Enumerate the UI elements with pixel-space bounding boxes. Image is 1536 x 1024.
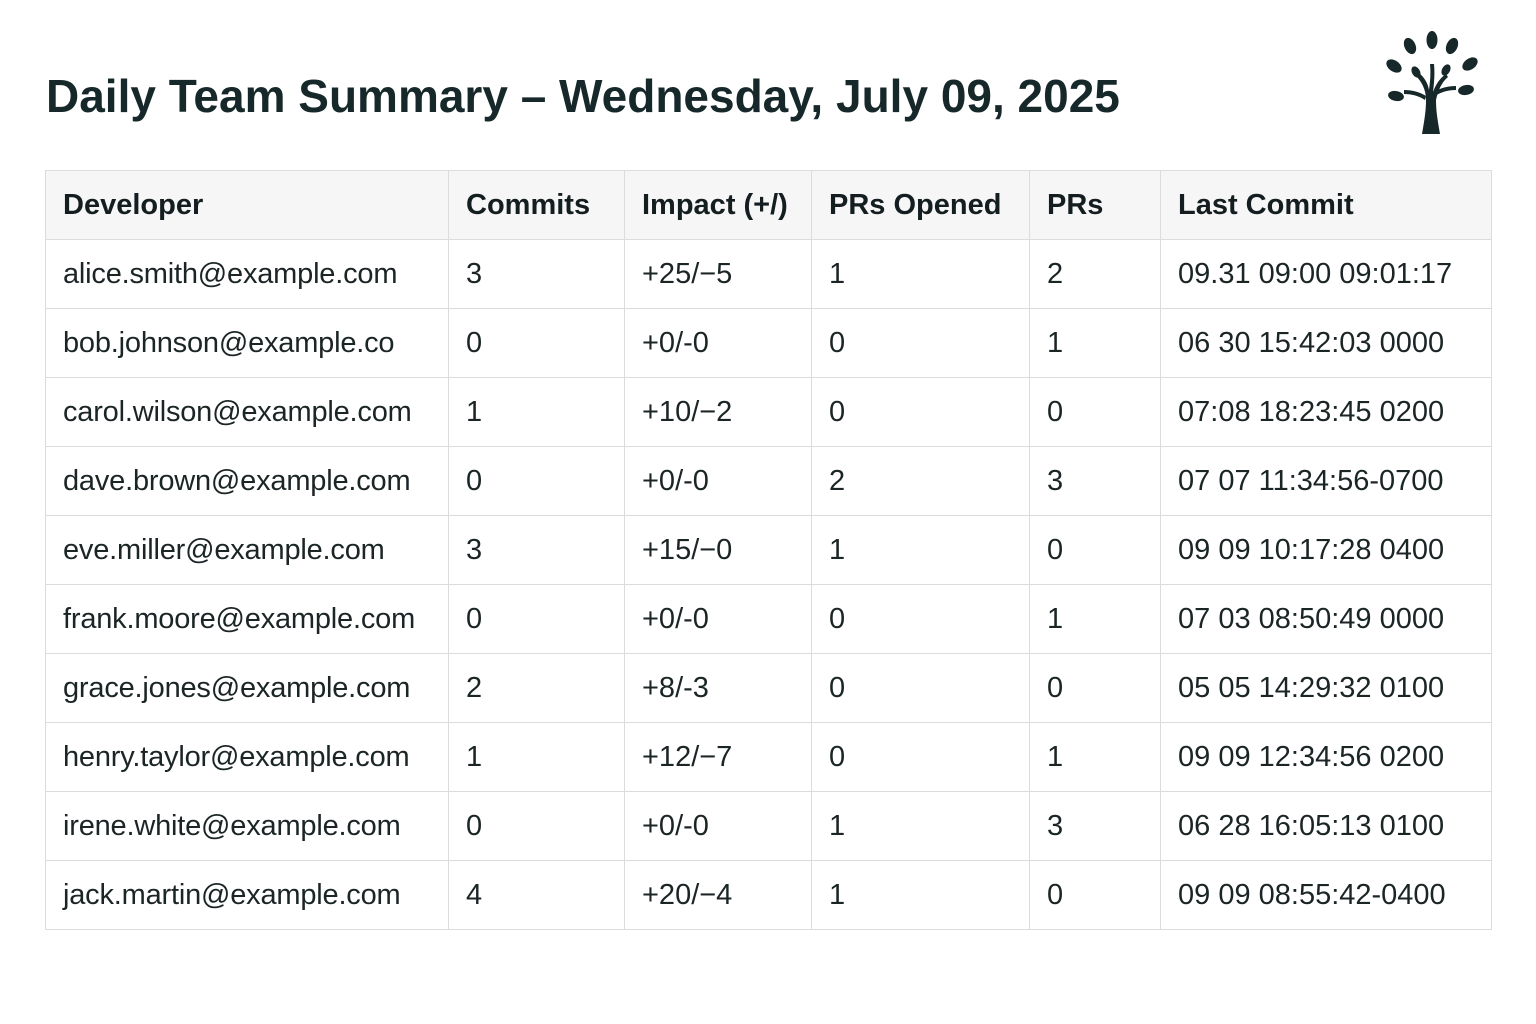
prs-cell: 1 bbox=[1029, 308, 1161, 378]
last-commit-cell: 07:08 18:23:45 0200 bbox=[1160, 377, 1492, 447]
impact-cell: +20/−4 bbox=[624, 860, 812, 930]
prs-opened-cell: 0 bbox=[811, 722, 1030, 792]
last-commit-cell: 09 09 10:17:28 0400 bbox=[1160, 515, 1492, 585]
prs-cell: 1 bbox=[1029, 584, 1161, 654]
prs-opened-cell: 1 bbox=[811, 515, 1030, 585]
commits-cell: 0 bbox=[448, 446, 625, 516]
table-row: bob.johnson@example.co 0 +0/-0 0 1 06 30… bbox=[45, 308, 1492, 378]
last-commit-cell: 06 30 15:42:03 0000 bbox=[1160, 308, 1492, 378]
table-row: carol.wilson@example.com 1 +10/−2 0 0 07… bbox=[45, 377, 1492, 447]
commits-cell: 1 bbox=[448, 722, 625, 792]
prs-opened-cell: 0 bbox=[811, 377, 1030, 447]
prs-opened-cell: 0 bbox=[811, 308, 1030, 378]
commits-cell: 3 bbox=[448, 515, 625, 585]
commits-cell: 4 bbox=[448, 860, 625, 930]
developer-cell: irene.white@example.com bbox=[45, 791, 449, 861]
table-row: henry.taylor@example.com 1 +12/−7 0 1 09… bbox=[45, 722, 1492, 792]
column-header-prs-opened: PRs Opened bbox=[811, 170, 1030, 240]
developer-cell: jack.martin@example.com bbox=[45, 860, 449, 930]
table-body: alice.smith@example.com 3 +25/−5 1 2 09.… bbox=[45, 239, 1492, 930]
table-row: jack.martin@example.com 4 +20/−4 1 0 09 … bbox=[45, 860, 1492, 930]
summary-table: Developer Commits Impact (+/) PRs Opened… bbox=[45, 170, 1492, 930]
prs-opened-cell: 1 bbox=[811, 239, 1030, 309]
impact-cell: +0/-0 bbox=[624, 308, 812, 378]
prs-cell: 0 bbox=[1029, 377, 1161, 447]
table-row: irene.white@example.com 0 +0/-0 1 3 06 2… bbox=[45, 791, 1492, 861]
prs-opened-cell: 0 bbox=[811, 653, 1030, 723]
prs-cell: 0 bbox=[1029, 860, 1161, 930]
impact-cell: +0/-0 bbox=[624, 584, 812, 654]
last-commit-cell: 06 28 16:05:13 0100 bbox=[1160, 791, 1492, 861]
column-header-developer: Developer bbox=[45, 170, 449, 240]
last-commit-cell: 05 05 14:29:32 0100 bbox=[1160, 653, 1492, 723]
prs-opened-cell: 1 bbox=[811, 791, 1030, 861]
prs-opened-cell: 0 bbox=[811, 584, 1030, 654]
commits-cell: 3 bbox=[448, 239, 625, 309]
developer-cell: bob.johnson@example.co bbox=[45, 308, 449, 378]
table-row: grace.jones@example.com 2 +8/-3 0 0 05 0… bbox=[45, 653, 1492, 723]
impact-cell: +25/−5 bbox=[624, 239, 812, 309]
impact-cell: +8/-3 bbox=[624, 653, 812, 723]
last-commit-cell: 07 07 11:34:56-0700 bbox=[1160, 446, 1492, 516]
table-row: alice.smith@example.com 3 +25/−5 1 2 09.… bbox=[45, 239, 1492, 309]
developer-cell: eve.miller@example.com bbox=[45, 515, 449, 585]
last-commit-cell: 09 09 12:34:56 0200 bbox=[1160, 722, 1492, 792]
prs-cell: 0 bbox=[1029, 653, 1161, 723]
developer-cell: alice.smith@example.com bbox=[45, 239, 449, 309]
prs-cell: 0 bbox=[1029, 515, 1161, 585]
tree-icon bbox=[1386, 31, 1478, 134]
developer-cell: henry.taylor@example.com bbox=[45, 722, 449, 792]
column-header-commits: Commits bbox=[448, 170, 625, 240]
last-commit-cell: 09.31 09:00 09:01:17 bbox=[1160, 239, 1492, 309]
impact-cell: +12/−7 bbox=[624, 722, 812, 792]
table-row: eve.miller@example.com 3 +15/−0 1 0 09 0… bbox=[45, 515, 1492, 585]
impact-cell: +10/−2 bbox=[624, 377, 812, 447]
prs-cell: 3 bbox=[1029, 791, 1161, 861]
column-header-prs: PRs bbox=[1029, 170, 1161, 240]
prs-cell: 2 bbox=[1029, 239, 1161, 309]
table-header-row: Developer Commits Impact (+/) PRs Opened… bbox=[45, 170, 1492, 240]
commits-cell: 1 bbox=[448, 377, 625, 447]
column-header-last-commit: Last Commit bbox=[1160, 170, 1492, 240]
commits-cell: 0 bbox=[448, 791, 625, 861]
commits-cell: 0 bbox=[448, 584, 625, 654]
last-commit-cell: 09 09 08:55:42-0400 bbox=[1160, 860, 1492, 930]
column-header-impact: Impact (+/) bbox=[624, 170, 812, 240]
table-row: dave.brown@example.com 0 +0/-0 2 3 07 07… bbox=[45, 446, 1492, 516]
developer-cell: frank.moore@example.com bbox=[45, 584, 449, 654]
last-commit-cell: 07 03 08:50:49 0000 bbox=[1160, 584, 1492, 654]
prs-opened-cell: 2 bbox=[811, 446, 1030, 516]
prs-cell: 3 bbox=[1029, 446, 1161, 516]
commits-cell: 0 bbox=[448, 308, 625, 378]
table-row: frank.moore@example.com 0 +0/-0 0 1 07 0… bbox=[45, 584, 1492, 654]
prs-opened-cell: 1 bbox=[811, 860, 1030, 930]
impact-cell: +15/−0 bbox=[624, 515, 812, 585]
developer-cell: carol.wilson@example.com bbox=[45, 377, 449, 447]
commits-cell: 2 bbox=[448, 653, 625, 723]
developer-cell: dave.brown@example.com bbox=[45, 446, 449, 516]
prs-cell: 1 bbox=[1029, 722, 1161, 792]
impact-cell: +0/-0 bbox=[624, 446, 812, 516]
developer-cell: grace.jones@example.com bbox=[45, 653, 449, 723]
impact-cell: +0/-0 bbox=[624, 791, 812, 861]
page-title: Daily Team Summary – Wednesday, July 09,… bbox=[46, 70, 1120, 122]
